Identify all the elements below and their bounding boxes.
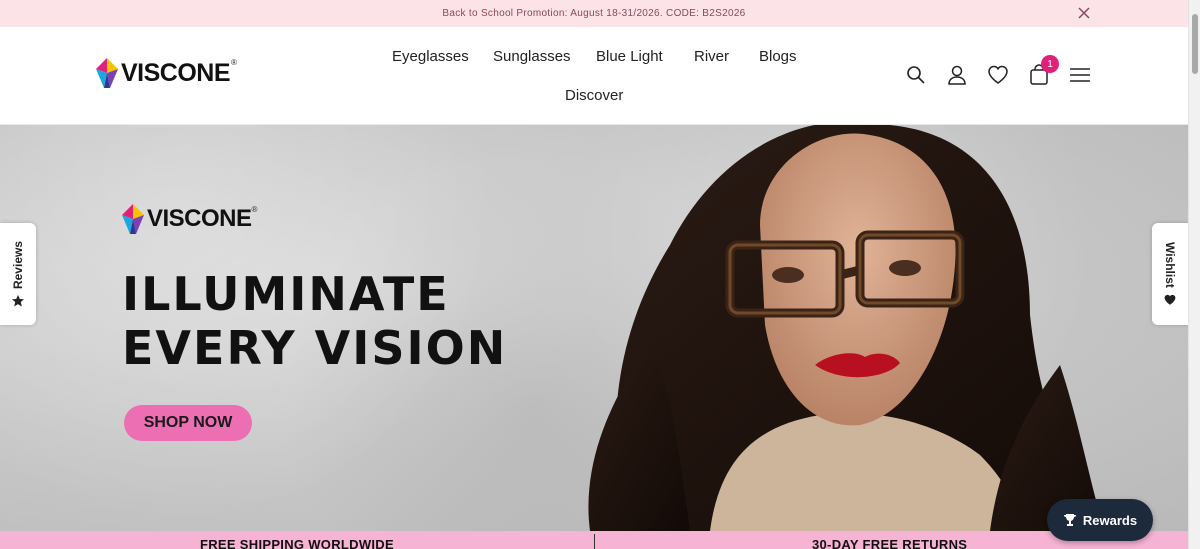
brand-mark-icon [122, 204, 144, 234]
page-scrollbar[interactable] [1188, 0, 1200, 549]
user-icon[interactable] [945, 63, 969, 87]
search-icon[interactable] [904, 63, 928, 87]
free-returns-text: 30-DAY FREE RETURNS [812, 537, 968, 549]
wishlist-tab[interactable]: Wishlist [1152, 223, 1188, 325]
registered-mark: ® [231, 57, 237, 67]
close-icon[interactable] [1076, 5, 1092, 21]
hero-brand-logo: VISCONE ® [122, 203, 257, 235]
reviews-tab[interactable]: Reviews [0, 223, 36, 325]
site-header: VISCONE ® Eyeglasses Sunglasses Blue Lig… [0, 27, 1188, 125]
header-icons: 1 [904, 55, 1092, 87]
promo-bar: Back to School Promotion: August 18-31/2… [0, 0, 1188, 27]
shop-now-button[interactable]: SHOP NOW [124, 405, 252, 441]
brand-mark-icon [96, 58, 118, 88]
menu-icon[interactable] [1068, 63, 1092, 87]
scrollbar-thumb[interactable] [1192, 14, 1198, 74]
benefits-strip: FREE SHIPPING WORLDWIDE 30-DAY FREE RETU… [0, 531, 1188, 549]
rewards-button[interactable]: Rewards [1047, 499, 1153, 541]
rewards-label: Rewards [1082, 512, 1138, 528]
wishlist-tab-label: Wishlist [1163, 242, 1177, 288]
nav-blogs[interactable]: Blogs [759, 48, 797, 65]
strip-divider [594, 534, 595, 549]
nav-discover[interactable]: Discover [565, 87, 623, 104]
reviews-tab-label: Reviews [11, 240, 25, 290]
heart-icon [1164, 294, 1176, 305]
bag-icon[interactable]: 1 [1027, 55, 1059, 87]
hero-brand-name: VISCONE [147, 205, 252, 232]
trophy-icon [1063, 514, 1076, 526]
brand-logo[interactable]: VISCONE ® [96, 57, 237, 89]
nav-river[interactable]: River [694, 48, 729, 65]
nav-sunglasses[interactable]: Sunglasses [493, 48, 571, 65]
headline-line-1: ILLUMINATE [122, 267, 450, 321]
hero-model-image [588, 125, 1120, 531]
main-nav: Eyeglasses Sunglasses Blue Light River B… [380, 27, 808, 125]
hero-banner: VISCONE ® ILLUMINATE EVERY VISION SHOP N… [0, 125, 1188, 531]
nav-eyeglasses[interactable]: Eyeglasses [392, 48, 469, 65]
cart-count-badge: 1 [1041, 55, 1059, 73]
nav-blue-light[interactable]: Blue Light [596, 48, 663, 65]
free-shipping-text: FREE SHIPPING WORLDWIDE [200, 537, 394, 549]
hero-registered-mark: ® [251, 204, 258, 214]
heart-icon[interactable] [986, 63, 1010, 87]
hero-headline: ILLUMINATE EVERY VISION [122, 267, 507, 375]
brand-name: VISCONE [121, 58, 231, 87]
star-icon [12, 295, 24, 307]
headline-line-2: EVERY VISION [122, 321, 508, 375]
promo-text: Back to School Promotion: August 18-31/2… [442, 8, 746, 19]
